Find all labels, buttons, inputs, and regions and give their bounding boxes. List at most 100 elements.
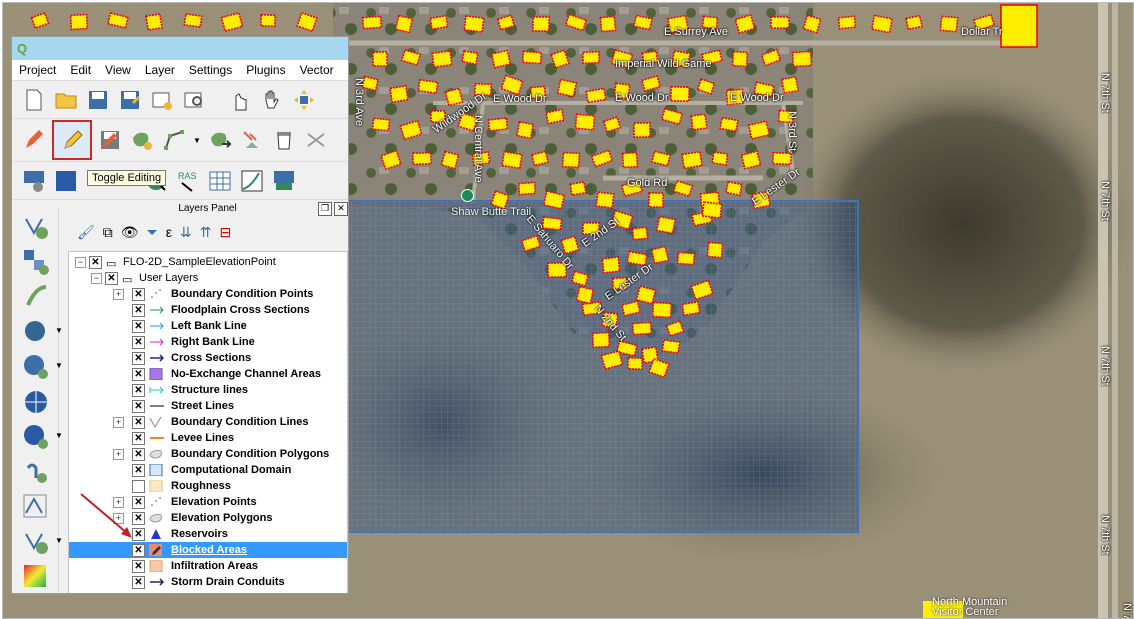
collapse-icon[interactable]: −: [91, 273, 102, 284]
layer-checkbox[interactable]: ✕: [132, 400, 145, 413]
remove-layer-icon[interactable]: ⊟: [219, 224, 231, 241]
flo2d-run-button[interactable]: [52, 167, 80, 195]
user-layers-group-row[interactable]: − ✕ ▭ User Layers: [69, 270, 347, 286]
filter-icon[interactable]: ⏷: [147, 224, 158, 241]
add-wms-icon[interactable]: [22, 388, 50, 416]
add-postgis-icon[interactable]: [22, 318, 50, 346]
vertex-tool-button[interactable]: [160, 126, 188, 154]
move-feature-button[interactable]: [206, 126, 234, 154]
pan-map-button[interactable]: [258, 86, 286, 114]
checkbox[interactable]: ✕: [105, 272, 118, 285]
save-layer-edits-button[interactable]: [96, 126, 124, 154]
ras-import-button[interactable]: RAS: [174, 167, 202, 195]
layer-row[interactable]: + ✕ Boundary Condition Lines: [69, 414, 347, 430]
layer-row[interactable]: + ✕ Boundary Condition Polygons: [69, 446, 347, 462]
layer-checkbox[interactable]: ✕: [132, 544, 145, 557]
table-editor-button[interactable]: [206, 167, 234, 195]
new-geopackage-icon[interactable]: [22, 493, 50, 521]
layer-row[interactable]: ✕ Infiltration Areas: [69, 558, 347, 574]
menu-raster[interactable]: Ra: [341, 63, 349, 77]
layer-checkbox[interactable]: ✕: [132, 480, 145, 493]
project-root-row[interactable]: − ✕ ▭ FLO-2D_SampleElevationPoint: [69, 254, 347, 270]
vertex-tool-dropdown-icon[interactable]: ▼: [192, 126, 202, 154]
layer-row[interactable]: ✕ Structure lines: [69, 382, 347, 398]
layer-row[interactable]: + ✕ Elevation Polygons: [69, 510, 347, 526]
layer-row[interactable]: ✕ Roughness: [69, 478, 347, 494]
add-spatialite-icon[interactable]: [22, 353, 50, 381]
layer-checkbox[interactable]: ✕: [132, 560, 145, 573]
add-mesh-layer-icon[interactable]: [22, 563, 50, 591]
layer-row[interactable]: ✕ Street Lines: [69, 398, 347, 414]
layer-checkbox[interactable]: ✕: [132, 336, 145, 349]
filter-expression-icon[interactable]: ε: [166, 224, 172, 240]
save-project-button[interactable]: [84, 86, 112, 114]
expand-icon[interactable]: +: [113, 497, 124, 508]
menu-view[interactable]: View: [98, 63, 138, 77]
new-shapefile-icon[interactable]: [22, 458, 50, 486]
menu-layer[interactable]: Layer: [138, 63, 182, 77]
dropdown-icon[interactable]: ▼: [55, 361, 63, 370]
add-polygon-button[interactable]: [128, 126, 156, 154]
layer-row[interactable]: ✕ Right Bank Line: [69, 334, 347, 350]
layer-row[interactable]: ✕ Storm Drain Conduits: [69, 574, 347, 590]
flo2d-settings-button[interactable]: [20, 167, 48, 195]
toggle-editing-button[interactable]: [52, 120, 92, 160]
expand-all-icon[interactable]: ⇊: [180, 224, 192, 241]
menu-edit[interactable]: Edit: [63, 63, 98, 77]
dropdown-icon[interactable]: ▼: [55, 431, 63, 440]
layer-checkbox[interactable]: ✕: [132, 384, 145, 397]
layer-row[interactable]: ✕ Levee Lines: [69, 430, 347, 446]
layer-checkbox[interactable]: ✕: [132, 304, 145, 317]
new-project-button[interactable]: [20, 86, 48, 114]
delete-selected-button[interactable]: [238, 126, 266, 154]
add-raster-layer-icon[interactable]: [22, 248, 50, 276]
flo2d-export-button[interactable]: [270, 167, 298, 195]
add-delimited-text-icon[interactable]: [22, 283, 50, 311]
new-virtual-layer-icon[interactable]: [22, 528, 50, 556]
layer-checkbox[interactable]: ✕: [132, 448, 145, 461]
dropdown-icon[interactable]: ▼: [55, 326, 63, 335]
new-print-layout-button[interactable]: [148, 86, 176, 114]
expand-icon[interactable]: +: [113, 417, 124, 428]
checkbox[interactable]: ✕: [89, 256, 102, 269]
layer-checkbox[interactable]: ✕: [132, 576, 145, 589]
save-as-button[interactable]: [116, 86, 144, 114]
trash-button[interactable]: [270, 126, 298, 154]
close-panel-icon[interactable]: ✕: [334, 202, 348, 216]
expand-icon[interactable]: +: [113, 289, 124, 300]
layer-checkbox[interactable]: ✕: [132, 416, 145, 429]
pan-to-selection-button[interactable]: [290, 86, 318, 114]
float-panel-icon[interactable]: ❐: [318, 202, 332, 216]
layer-row[interactable]: ✕ Reservoirs: [69, 526, 347, 542]
layer-checkbox[interactable]: ✕: [132, 432, 145, 445]
visibility-eye-icon[interactable]: 👁: [121, 224, 139, 241]
add-group-icon[interactable]: ⧉: [103, 224, 113, 241]
expand-icon[interactable]: +: [113, 513, 124, 524]
touch-zoom-button[interactable]: [226, 86, 254, 114]
menu-project[interactable]: Project: [12, 63, 63, 77]
layer-row[interactable]: ✕ No-Exchange Channel Areas: [69, 366, 347, 382]
layer-row[interactable]: ✕ Left Bank Line: [69, 318, 347, 334]
expand-icon[interactable]: +: [113, 449, 124, 460]
add-vector-layer-icon[interactable]: [22, 213, 50, 241]
layer-row[interactable]: + ✕ Elevation Points: [69, 494, 347, 510]
current-edits-button[interactable]: [20, 126, 48, 154]
layer-checkbox[interactable]: ✕: [132, 464, 145, 477]
menu-plugins[interactable]: Plugins: [239, 63, 292, 77]
layout-manager-button[interactable]: [180, 86, 208, 114]
layer-checkbox[interactable]: ✕: [132, 320, 145, 333]
layer-row[interactable]: ✕ Floodplain Cross Sections: [69, 302, 347, 318]
cut-features-button[interactable]: [302, 126, 330, 154]
layer-checkbox[interactable]: ✕: [132, 288, 145, 301]
layers-tree[interactable]: − ✕ ▭ FLO-2D_SampleElevationPoint − ✕ ▭ …: [68, 251, 348, 593]
layer-checkbox[interactable]: ✕: [132, 352, 145, 365]
layer-checkbox[interactable]: ✕: [132, 496, 145, 509]
layer-checkbox[interactable]: ✕: [132, 528, 145, 541]
dropdown-icon[interactable]: ▼: [55, 536, 63, 545]
cross-section-editor-button[interactable]: [238, 167, 266, 195]
style-paintbrush-icon[interactable]: 🖌: [77, 224, 95, 241]
open-project-button[interactable]: [52, 86, 80, 114]
collapse-icon[interactable]: −: [75, 257, 86, 268]
layer-checkbox[interactable]: ✕: [132, 512, 145, 525]
layer-checkbox[interactable]: ✕: [132, 368, 145, 381]
